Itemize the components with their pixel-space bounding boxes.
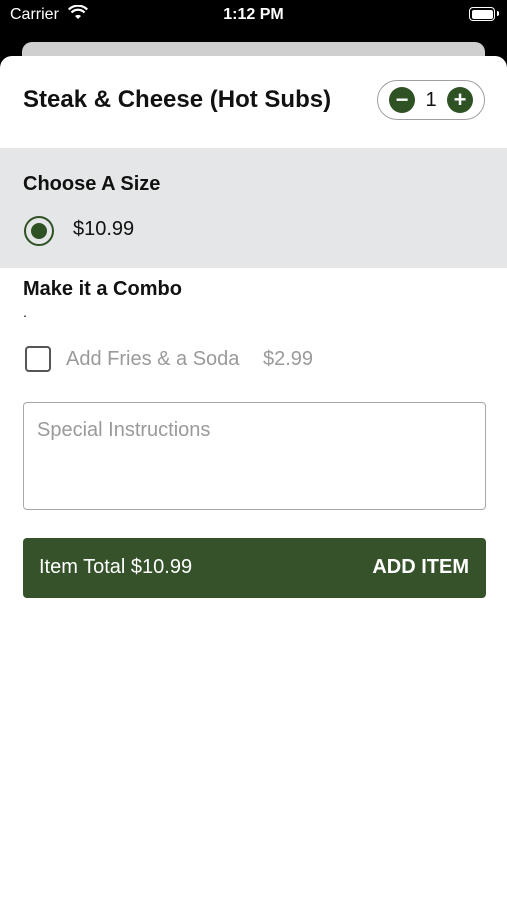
- combo-option-price: $2.99: [263, 348, 314, 370]
- combo-heading: Make it a Combo: [23, 278, 182, 300]
- item-total: Item Total $10.99: [39, 556, 193, 578]
- plus-icon[interactable]: +: [447, 87, 473, 113]
- radio-selected-dot: [31, 223, 47, 239]
- combo-option-label[interactable]: Add Fries & a Soda: [66, 348, 239, 371]
- status-bar: Carrier 1:12 PM: [0, 0, 507, 32]
- battery-icon: [469, 7, 499, 21]
- item-sheet: Steak & Cheese (Hot Subs) − 1 + Choose A…: [0, 56, 507, 900]
- combo-checkbox[interactable]: [25, 346, 51, 372]
- size-radio[interactable]: [24, 216, 54, 246]
- status-time: 1:12 PM: [223, 6, 284, 23]
- quantity-stepper: − 1 +: [377, 80, 485, 120]
- size-section: Choose A Size $10.99: [0, 148, 507, 268]
- size-heading: Choose A Size: [23, 173, 161, 195]
- add-item-button[interactable]: Item Total $10.99 ADD ITEM: [23, 538, 486, 598]
- item-title: Steak & Cheese (Hot Subs): [23, 86, 332, 113]
- combo-note: .: [23, 304, 27, 320]
- size-price[interactable]: $10.99: [73, 218, 134, 241]
- add-item-label: ADD ITEM: [372, 556, 469, 578]
- special-instructions-input[interactable]: [23, 402, 486, 510]
